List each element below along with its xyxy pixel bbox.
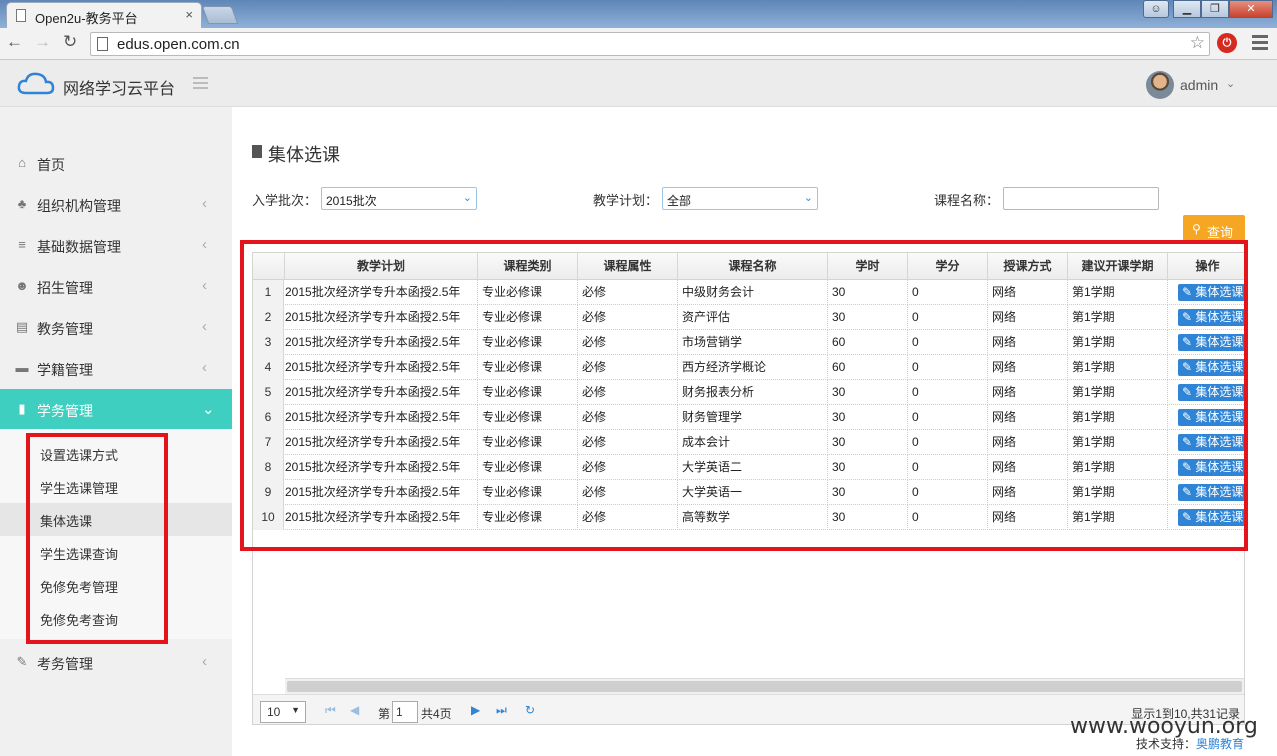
query-button[interactable]: ⚲ 查询 bbox=[1183, 215, 1245, 243]
document-icon bbox=[252, 145, 262, 158]
browser-menu-icon[interactable] bbox=[1252, 35, 1268, 53]
bookmark-star-icon[interactable]: ☆ bbox=[1190, 33, 1205, 53]
list-icon: ▤ bbox=[15, 319, 29, 334]
tab-title: Open2u-教务平台 bbox=[35, 11, 138, 26]
page-size-select[interactable]: 10 ▼ bbox=[260, 701, 306, 723]
database-icon: ≡ bbox=[18, 237, 26, 252]
caret-down-icon: ▼ bbox=[291, 705, 300, 715]
sidebar-item-enrollment[interactable]: ☻ 招生管理 ‹ bbox=[0, 266, 232, 307]
scrollbar-thumb[interactable] bbox=[287, 681, 1242, 692]
last-page-icon[interactable]: ⏭ bbox=[496, 703, 507, 718]
search-icon: ⚲ bbox=[1192, 222, 1201, 236]
avatar[interactable] bbox=[1146, 71, 1174, 99]
highlight-box-submenu bbox=[26, 433, 168, 644]
chevron-left-icon: ‹ bbox=[202, 195, 207, 212]
chevron-down-icon: ⌄ bbox=[202, 401, 215, 418]
url-text: edus.open.com.cn bbox=[117, 36, 240, 53]
sidebar-item-home[interactable]: ⌂ 首页 bbox=[0, 143, 232, 184]
forward-icon[interactable]: → bbox=[34, 32, 51, 52]
user-name[interactable]: admin bbox=[1180, 77, 1218, 93]
sidebar-item-basedata[interactable]: ≡ 基础数据管理 ‹ bbox=[0, 225, 232, 266]
sidebar-item-org[interactable]: ♣ 组织机构管理 ‹ bbox=[0, 184, 232, 225]
chevron-down-icon: ⌄ bbox=[462, 192, 472, 204]
chevron-left-icon: ‹ bbox=[202, 359, 207, 376]
sidebar-item-academic[interactable]: ▤ 教务管理 ‹ bbox=[0, 307, 232, 348]
app-header: 网络学习云平台 admin ⌄ bbox=[0, 60, 1277, 107]
browser-titlebar: Open2u-教务平台 × ☺ ▁ ❐ ✕ bbox=[0, 0, 1277, 28]
sidebar-item-label: 教务管理 bbox=[37, 321, 93, 337]
maximize-icon[interactable]: ❐ bbox=[1201, 0, 1229, 18]
browser-tab[interactable]: Open2u-教务平台 × bbox=[6, 2, 202, 28]
plan-select-value: 全部 bbox=[667, 194, 692, 208]
extension-icon[interactable]: ⏻ bbox=[1217, 33, 1237, 53]
window-controls: ☺ ▁ ❐ ✕ bbox=[1143, 0, 1273, 20]
folder-icon: ▬ bbox=[15, 360, 29, 375]
page-icon bbox=[97, 37, 108, 51]
sidebar-item-label: 组织机构管理 bbox=[37, 198, 121, 214]
address-bar[interactable]: edus.open.com.cn ☆ bbox=[90, 32, 1210, 56]
sitemap-icon: ♣ bbox=[17, 196, 27, 211]
chevron-left-icon: ‹ bbox=[202, 277, 207, 294]
cloud-logo-icon bbox=[17, 72, 55, 95]
sidebar-toggle-icon[interactable] bbox=[193, 77, 208, 92]
chevron-left-icon: ‹ bbox=[202, 318, 207, 335]
batch-select[interactable]: 2015批次 ⌄ bbox=[321, 187, 477, 210]
course-name-label: 课程名称： bbox=[934, 193, 1000, 208]
minimize-icon[interactable]: ▁ bbox=[1173, 0, 1201, 18]
sidebar-item-label: 首页 bbox=[37, 157, 65, 173]
chevron-down-icon: ⌄ bbox=[803, 192, 813, 204]
batch-label: 入学批次： bbox=[252, 193, 318, 208]
footer: 技术支持：奥鹏教育 bbox=[1136, 735, 1244, 752]
sidebar-item-label: 招生管理 bbox=[37, 280, 93, 296]
first-page-icon[interactable]: ⏮ bbox=[325, 703, 336, 718]
browser-toolbar: ← → ↻ edus.open.com.cn ☆ ⏻ bbox=[0, 28, 1277, 60]
batch-select-value: 2015批次 bbox=[326, 194, 377, 208]
chevron-down-icon[interactable]: ⌄ bbox=[1226, 77, 1235, 90]
users-icon: ☻ bbox=[15, 278, 29, 293]
chevron-left-icon: ‹ bbox=[202, 653, 207, 670]
support-link[interactable]: 奥鹏教育 bbox=[1196, 737, 1244, 751]
sidebar-item-label: 学务管理 bbox=[37, 403, 93, 419]
chevron-left-icon: ‹ bbox=[202, 236, 207, 253]
sidebar-item-exam[interactable]: ✎ 考务管理 ‹ bbox=[0, 642, 232, 683]
new-tab-button[interactable] bbox=[201, 6, 239, 24]
user-profile-icon[interactable]: ☺ bbox=[1143, 0, 1169, 18]
horizontal-scrollbar[interactable] bbox=[285, 678, 1244, 694]
page-size-value: 10 bbox=[267, 705, 281, 719]
page-prefix: 第 bbox=[378, 707, 391, 721]
sidebar-item-label: 考务管理 bbox=[37, 656, 93, 672]
course-name-input[interactable] bbox=[1003, 187, 1159, 210]
app-name: 网络学习云平台 bbox=[63, 81, 176, 98]
refresh-icon[interactable]: ↻ bbox=[525, 703, 535, 717]
home-icon: ⌂ bbox=[18, 155, 26, 170]
reload-icon[interactable]: ↻ bbox=[63, 32, 77, 52]
query-button-label: 查询 bbox=[1207, 225, 1234, 240]
sidebar: ⌂ 首页 ♣ 组织机构管理 ‹ ≡ 基础数据管理 ‹ ☻ 招生管理 ‹ ▤ 教务… bbox=[0, 107, 232, 756]
file-icon: ▮ bbox=[18, 401, 26, 416]
sidebar-item-student-affairs[interactable]: ▮ 学务管理 ⌄ bbox=[0, 389, 232, 430]
sidebar-item-label: 学籍管理 bbox=[37, 362, 93, 378]
sidebar-item-label: 基础数据管理 bbox=[37, 239, 121, 255]
page-number-input[interactable]: 1 bbox=[392, 701, 418, 723]
total-pages: 共4页 bbox=[421, 707, 452, 721]
plan-label: 教学计划： bbox=[593, 193, 659, 208]
prev-page-icon[interactable]: ◀ bbox=[350, 703, 359, 717]
next-page-icon[interactable]: ▶ bbox=[471, 703, 480, 717]
tab-close-icon[interactable]: × bbox=[185, 7, 193, 22]
page-icon bbox=[16, 9, 26, 22]
back-icon[interactable]: ← bbox=[6, 32, 23, 52]
page-title: 集体选课 bbox=[268, 145, 340, 165]
sidebar-item-status[interactable]: ▬ 学籍管理 ‹ bbox=[0, 348, 232, 389]
support-label: 技术支持： bbox=[1136, 737, 1197, 751]
plan-select[interactable]: 全部 ⌄ bbox=[662, 187, 818, 210]
window-close-icon[interactable]: ✕ bbox=[1229, 0, 1273, 18]
edit-icon: ✎ bbox=[16, 654, 28, 669]
highlight-box-grid bbox=[240, 240, 1248, 551]
